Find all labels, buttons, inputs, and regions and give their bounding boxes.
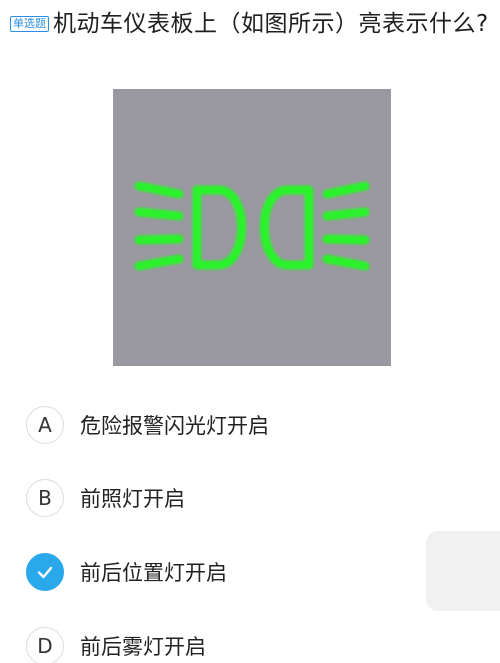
question-stem: 单选题 机动车仪表板上（如图所示）亮表示什么? bbox=[10, 4, 490, 44]
option-d-marker: D bbox=[26, 627, 64, 663]
option-b-marker: B bbox=[26, 479, 64, 517]
option-letter: D bbox=[37, 634, 53, 658]
quiz-page: 单选题 机动车仪表板上（如图所示）亮表示什么? A 危险报警闪光灯开启 B 前照… bbox=[0, 0, 500, 663]
option-b-text: 前照灯开启 bbox=[80, 487, 185, 511]
position-lights-icon bbox=[134, 181, 370, 271]
option-letter: B bbox=[38, 486, 52, 510]
option-a-marker: A bbox=[26, 406, 64, 444]
option-d-text: 前后雾灯开启 bbox=[80, 635, 206, 659]
floating-panel[interactable] bbox=[426, 531, 500, 611]
option-a[interactable]: A 危险报警闪光灯开启 bbox=[26, 405, 269, 445]
option-letter: A bbox=[38, 413, 52, 437]
option-c-marker bbox=[26, 553, 64, 591]
question-type-badge: 单选题 bbox=[10, 16, 49, 32]
option-c-text: 前后位置灯开启 bbox=[80, 561, 227, 585]
option-c[interactable]: 前后位置灯开启 bbox=[26, 552, 227, 592]
question-figure bbox=[113, 89, 391, 366]
question-text: 机动车仪表板上（如图所示）亮表示什么? bbox=[53, 11, 489, 37]
option-a-text: 危险报警闪光灯开启 bbox=[80, 414, 269, 438]
option-b[interactable]: B 前照灯开启 bbox=[26, 478, 185, 518]
option-d[interactable]: D 前后雾灯开启 bbox=[26, 626, 206, 663]
checkmark-icon bbox=[37, 566, 53, 579]
